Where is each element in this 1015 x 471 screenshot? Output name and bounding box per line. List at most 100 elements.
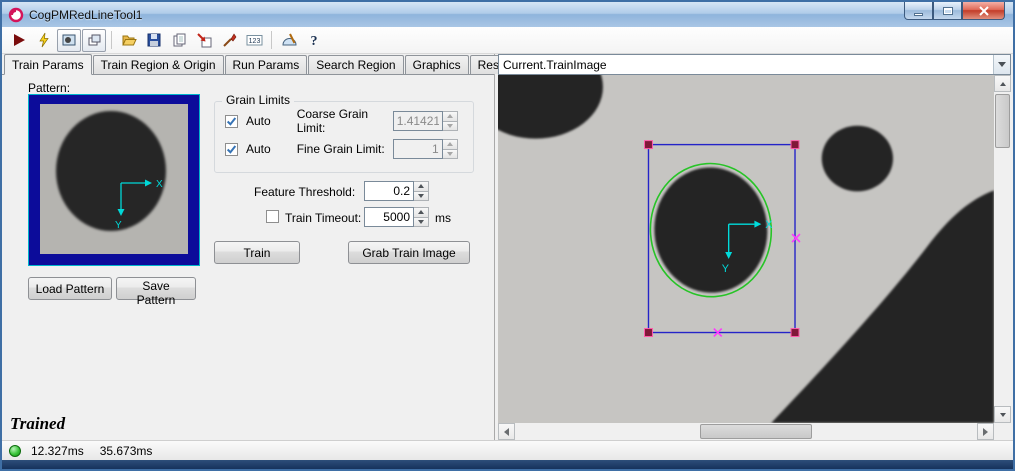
run-icon	[11, 32, 27, 48]
check-icon	[226, 116, 237, 127]
svg-text:123: 123	[248, 38, 260, 45]
minimize-button[interactable]	[904, 2, 933, 20]
close-button[interactable]	[962, 2, 1005, 20]
arrow-left-icon	[504, 428, 509, 436]
svg-text:Y: Y	[115, 220, 122, 231]
train-params-page: Pattern: X Y	[2, 75, 494, 440]
window-title: CogPMRedLineTool1	[29, 8, 142, 22]
status-led-icon	[9, 445, 21, 457]
help-button[interactable]: ?	[302, 29, 326, 52]
image-selector[interactable]: Current.TrainImage	[498, 54, 1011, 75]
tab-train-region-origin[interactable]: Train Region & Origin	[93, 55, 224, 74]
scroll-up-button[interactable]	[994, 75, 1011, 92]
vertical-scrollbar[interactable]	[994, 75, 1011, 423]
run-button[interactable]	[7, 29, 31, 52]
svg-text:Y: Y	[722, 263, 730, 275]
help-icon: ?	[306, 32, 322, 48]
grain-limits-group: Grain Limits Auto Coarse Grain Limit:	[214, 101, 474, 173]
region-handle-top-left[interactable]	[645, 141, 653, 149]
coarse-grain-spinner[interactable]	[443, 111, 458, 131]
vertical-scroll-track[interactable]	[994, 92, 1011, 406]
grab-train-image-button[interactable]: Grab Train Image	[348, 241, 470, 264]
combo-dropdown-button[interactable]	[993, 55, 1010, 74]
train-button[interactable]: Train	[214, 241, 300, 264]
image-display[interactable]: X Y	[498, 75, 994, 423]
window-controls	[904, 2, 1005, 20]
horizontal-scrollbar[interactable]	[498, 423, 994, 440]
app-icon	[8, 7, 24, 23]
numeric-123-icon: 123	[246, 32, 263, 48]
pattern-image: X Y	[29, 95, 199, 265]
fine-grain-label: Fine Grain Limit:	[297, 142, 393, 156]
maximize-button[interactable]	[933, 2, 962, 20]
left-panel: Train Params Train Region & Origin Run P…	[2, 54, 495, 440]
measure-button[interactable]	[277, 29, 301, 52]
titlebar[interactable]: CogPMRedLineTool1	[2, 2, 1013, 27]
scroll-down-button[interactable]	[994, 406, 1011, 423]
import-arrow-icon	[196, 32, 212, 48]
tab-graphics[interactable]: Graphics	[405, 55, 469, 74]
fine-grain-spinner[interactable]	[443, 139, 458, 159]
tab-search-region[interactable]: Search Region	[308, 55, 403, 74]
pages-icon	[171, 32, 187, 48]
timeout-units-label: ms	[435, 211, 451, 225]
arrow-up-icon	[1000, 82, 1006, 86]
open-window-button[interactable]	[82, 29, 106, 52]
fine-grain-input[interactable]	[393, 139, 443, 159]
show-record-button[interactable]	[57, 29, 81, 52]
horizontal-scroll-track[interactable]	[515, 423, 977, 440]
image-selector-value: Current.TrainImage	[503, 58, 993, 72]
coarse-grain-label: Coarse Grain Limit:	[297, 107, 393, 135]
coarse-auto-checkbox[interactable]	[225, 115, 238, 128]
import-results-button[interactable]	[192, 29, 216, 52]
record-display-icon	[61, 32, 77, 48]
close-icon	[979, 6, 989, 16]
electric-run-button[interactable]	[32, 29, 56, 52]
feature-threshold-spinner[interactable]	[414, 181, 429, 201]
region-handle-bottom-left[interactable]	[645, 329, 653, 337]
open-file-button[interactable]	[117, 29, 141, 52]
coarse-auto-label: Auto	[246, 114, 271, 128]
paintbrush-icon	[221, 32, 237, 48]
window-frame-bottom	[2, 460, 1013, 469]
feature-threshold-input[interactable]	[364, 181, 414, 201]
status-bar: 12.327ms 35.673ms	[2, 440, 1013, 460]
tab-run-params[interactable]: Run Params	[225, 55, 308, 74]
train-timeout-spinner[interactable]	[414, 207, 429, 227]
lightning-icon	[36, 32, 52, 48]
protractor-icon	[281, 32, 297, 48]
region-handle-bottom-right[interactable]	[791, 329, 799, 337]
coarse-grain-input[interactable]	[393, 111, 443, 131]
train-timeout-input[interactable]	[364, 207, 414, 227]
train-timeout-checkbox[interactable]	[266, 210, 279, 223]
copy-pages-button[interactable]	[167, 29, 191, 52]
save-file-button[interactable]	[142, 29, 166, 52]
pattern-display[interactable]: X Y	[28, 94, 200, 266]
scroll-right-button[interactable]	[977, 423, 994, 440]
horizontal-scroll-thumb[interactable]	[700, 424, 812, 439]
total-time-value: 35.673ms	[100, 444, 153, 458]
paintbrush-button[interactable]	[217, 29, 241, 52]
tab-strip: Train Params Train Region & Origin Run P…	[2, 54, 494, 75]
toolbar-separator	[271, 31, 272, 49]
fine-auto-checkbox[interactable]	[225, 143, 238, 156]
train-image-canvas[interactable]: X Y	[498, 75, 994, 423]
pattern-label: Pattern:	[28, 81, 70, 95]
scroll-left-button[interactable]	[498, 423, 515, 440]
vertical-scroll-thumb[interactable]	[995, 94, 1010, 148]
windows-icon	[86, 32, 102, 48]
scrollbar-corner	[994, 423, 1011, 440]
open-folder-icon	[121, 32, 137, 48]
load-pattern-button[interactable]: Load Pattern	[28, 277, 112, 300]
toolbar: 123 ?	[2, 27, 1013, 54]
save-pattern-button[interactable]: Save Pattern	[116, 277, 196, 300]
right-panel: Current.TrainImage	[495, 54, 1013, 440]
region-handle-top-right[interactable]	[791, 141, 799, 149]
check-icon	[226, 144, 237, 155]
svg-text:X: X	[156, 179, 163, 190]
toolbar-separator	[111, 31, 112, 49]
arrow-down-icon	[1000, 413, 1006, 417]
train-timeout-label: Train Timeout:	[285, 211, 361, 225]
tab-train-params[interactable]: Train Params	[4, 54, 92, 75]
numeric-display-button[interactable]: 123	[242, 29, 266, 52]
